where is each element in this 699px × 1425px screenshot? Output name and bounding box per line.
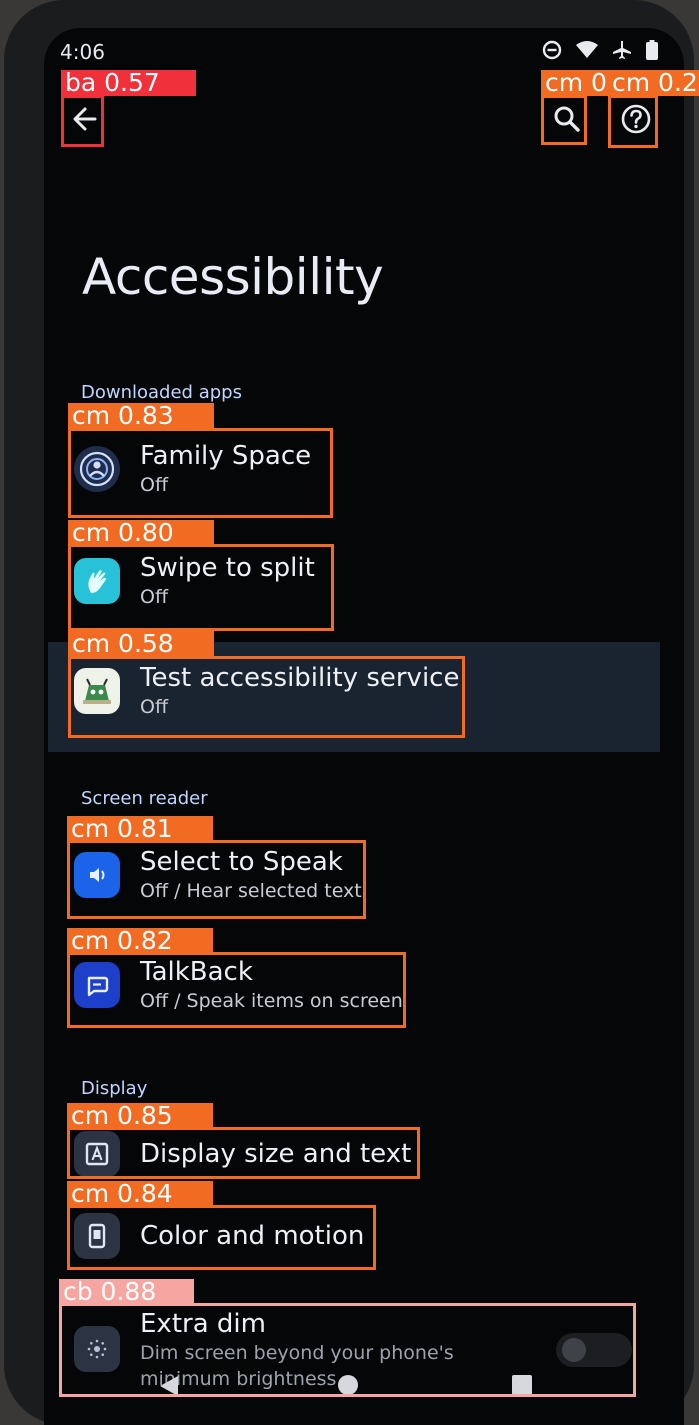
detection-box (68, 428, 333, 518)
do-not-disturb-icon (542, 40, 562, 60)
battery-icon (646, 40, 658, 60)
detection-label: cm 0.80 (68, 520, 214, 546)
detection-box (67, 1127, 420, 1179)
detection-box (67, 840, 366, 919)
status-time: 4:06 (60, 40, 105, 64)
airplane-icon (613, 41, 631, 59)
detection-label: cm 0.82 (67, 928, 213, 954)
status-icons (542, 40, 658, 60)
detection-box (68, 656, 465, 738)
detection-label: ba 0.57 (61, 70, 196, 96)
section-header-display: Display (81, 1078, 148, 1099)
detection-label: cb 0.88 (59, 1279, 194, 1305)
detection-box (68, 544, 334, 631)
page-title: Accessibility (82, 248, 384, 306)
detection-box (608, 95, 658, 148)
detection-box (67, 1205, 376, 1270)
detection-box (541, 95, 587, 145)
detection-label: cm 0.84 (67, 1181, 213, 1207)
detection-label: cm 0.81 (67, 816, 213, 842)
detection-label: cm 0.2 (608, 70, 699, 96)
detection-label: cm 0. (541, 70, 613, 96)
detection-box (61, 95, 104, 147)
wifi-icon (576, 41, 598, 58)
detection-label: cm 0.83 (68, 403, 214, 429)
detection-label: cm 0.85 (67, 1103, 213, 1129)
detection-label: cm 0.58 (68, 631, 214, 657)
section-header-downloaded-apps: Downloaded apps (81, 382, 242, 403)
detection-box (67, 952, 406, 1028)
section-header-screen-reader: Screen reader (81, 788, 208, 809)
detection-box (59, 1303, 636, 1397)
